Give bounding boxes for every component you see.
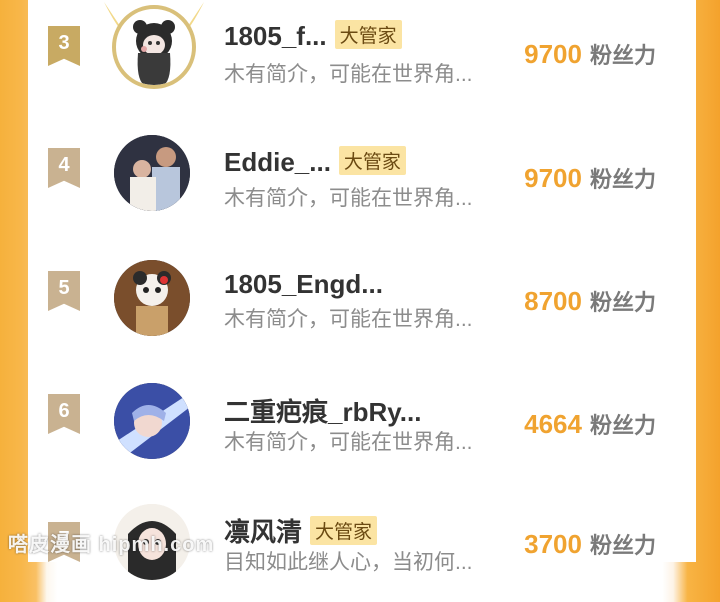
role-badge: 大管家 (310, 516, 378, 545)
user-name[interactable]: Eddie_... 大管家 (224, 146, 406, 178)
fan-power-score: 8700 粉丝力 (524, 286, 656, 316)
list-item[interactable]: 6 二重疤痕_rbRy... 木有简介，可能在世界角... 4664 粉丝力 (28, 368, 696, 478)
user-bio: 木有简介，可能在世界角... (224, 308, 473, 331)
list-item[interactable]: 3 1805_f... 大管家 木有简介，可能在世界角... 9700 粉丝力 (28, 0, 696, 110)
user-name[interactable]: 二重疤痕_rbRy... (224, 392, 421, 429)
rank-badge: 6 (48, 394, 80, 434)
role-badge: 大管家 (334, 20, 402, 49)
ranking-panel: 3 1805_f... 大管家 木有简介，可能在世界角... 9700 粉丝力 4 (28, 0, 696, 580)
avatar-frame (112, 5, 196, 89)
fan-power-score: 9700 粉丝力 (524, 39, 656, 69)
rank-badge: 4 (48, 148, 80, 188)
user-name[interactable]: 1805_Engd... (224, 269, 383, 300)
anime-character-avatar-icon[interactable] (114, 383, 190, 459)
user-bio: 木有简介，可能在世界角... (224, 63, 473, 86)
site-watermark: 嗒皮漫画 hipmh.com (8, 534, 215, 556)
fan-power-score: 4664 粉丝力 (524, 409, 656, 439)
user-name[interactable]: 凛风清 大管家 (224, 512, 378, 549)
plush-doll-avatar-icon[interactable] (114, 260, 190, 336)
user-name[interactable]: 1805_f... 大管家 (224, 20, 402, 52)
list-item[interactable]: 5 1805_Engd... 木有简介，可能在世界角... 8700 粉丝力 (28, 245, 696, 355)
user-bio: 目知如此继人心，当初何... (224, 551, 473, 574)
list-item[interactable]: 4 Eddie_... 大管家 木有简介，可能在世界角... 9700 粉丝力 (28, 122, 696, 232)
user-bio: 木有简介，可能在世界角... (224, 187, 473, 210)
fan-power-score: 3700 粉丝力 (524, 529, 656, 559)
rank-badge: 3 (48, 26, 80, 66)
family-photo-avatar-icon[interactable] (114, 135, 190, 211)
rank-badge: 5 (48, 271, 80, 311)
fan-power-score: 9700 粉丝力 (524, 163, 656, 193)
user-bio: 木有简介，可能在世界角... (224, 431, 473, 454)
role-badge: 大管家 (338, 146, 406, 175)
